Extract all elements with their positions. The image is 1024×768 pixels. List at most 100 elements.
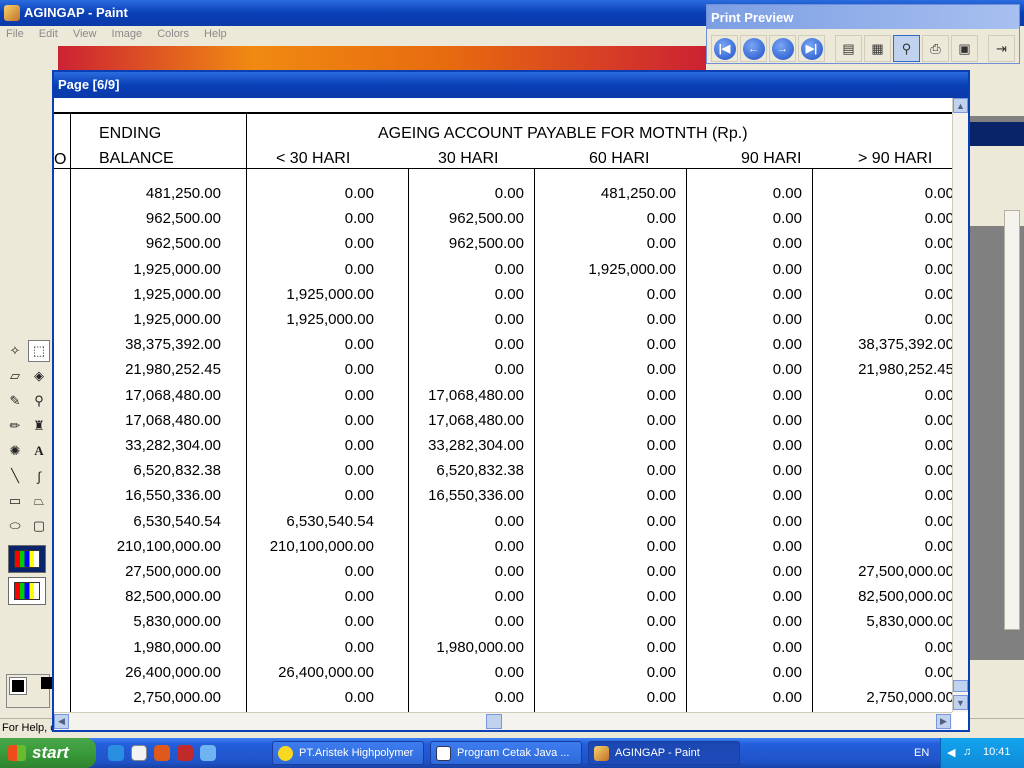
ending-balance-cell: 16,550,336.00: [125, 487, 221, 505]
volume-icon[interactable]: ♫: [963, 746, 971, 758]
text-tool-icon[interactable]: A: [28, 440, 50, 462]
media-icon[interactable]: [131, 745, 147, 761]
ageing-bucket-cell: 0.00: [924, 210, 952, 228]
task-label: PT.Aristek Highpolymer: [299, 747, 414, 759]
ageing-bucket-cell: 0.00: [772, 361, 802, 379]
save-icon: ▣: [958, 40, 971, 56]
curve-icon[interactable]: ∫: [28, 465, 50, 487]
last-page-button[interactable]: ▶|: [798, 35, 825, 62]
task-program-cetak[interactable]: Program Cetak Java ...: [430, 741, 582, 765]
menu-file[interactable]: File: [0, 26, 24, 40]
ending-balance-cell: 2,750,000.00: [133, 689, 221, 706]
color-indicator[interactable]: [6, 674, 53, 708]
ageing-bucket-cell: 0.00: [494, 537, 524, 555]
ageing-bucket-cell: 0.00: [646, 411, 676, 429]
airbrush-icon[interactable]: ✺: [4, 440, 26, 462]
menu-help[interactable]: Help: [198, 26, 227, 40]
opaque-option[interactable]: [8, 545, 46, 573]
page-number-button[interactable]: ▦: [864, 35, 891, 62]
color-picker-icon[interactable]: ✎: [4, 390, 26, 412]
horizontal-scrollbar[interactable]: ◀ ▶: [54, 712, 952, 730]
ageing-bucket-cell: 0.00: [344, 462, 374, 480]
task-aristek[interactable]: PT.Aristek Highpolymer: [272, 741, 424, 765]
ageing-bucket-cell: 0.00: [494, 588, 524, 606]
firefox-icon[interactable]: [154, 745, 170, 761]
ageing-bucket-cell: 0.00: [772, 336, 802, 354]
ageing-bucket-cell: 6,530,540.54: [286, 512, 374, 530]
rounded-rect-icon[interactable]: ▢: [28, 515, 50, 537]
horizontal-scroll-thumb[interactable]: [486, 714, 502, 729]
ending-balance-cell: 26,400,000.00: [125, 663, 221, 681]
ageing-bucket-cell: 0.00: [646, 386, 676, 404]
ageing-bucket-cell: 0.00: [646, 462, 676, 480]
window-icon: [436, 746, 451, 761]
scroll-thumb[interactable]: [953, 680, 968, 692]
close-preview-button[interactable]: ⇥: [988, 35, 1015, 62]
scroll-left-icon[interactable]: ◀: [54, 714, 69, 729]
start-button[interactable]: start: [0, 738, 96, 768]
prev-page-icon: ←: [742, 37, 765, 60]
tray-expand-icon[interactable]: ◀: [947, 746, 955, 759]
ageing-bucket-cell: 16,550,336.00: [428, 487, 524, 505]
ageing-bucket-cell: 0.00: [772, 311, 802, 328]
background-scrollbar[interactable]: [1004, 210, 1020, 630]
free-select-icon[interactable]: ✧: [4, 340, 26, 362]
ageing-bucket-cell: 0.00: [344, 689, 374, 706]
menu-edit[interactable]: Edit: [33, 26, 58, 40]
save-button[interactable]: ▣: [951, 35, 978, 62]
scroll-up-icon[interactable]: ▲: [953, 98, 968, 113]
scroll-down-icon[interactable]: ▼: [953, 695, 968, 710]
menu-colors[interactable]: Colors: [151, 26, 189, 40]
ageing-bucket-cell: 0.00: [646, 311, 676, 328]
ie-icon[interactable]: [108, 745, 124, 761]
zoom-button[interactable]: ⚲: [893, 35, 920, 62]
ageing-bucket-cell: 0.00: [344, 437, 374, 454]
menu-view[interactable]: View: [67, 26, 97, 40]
previous-page-button[interactable]: ←: [740, 35, 767, 62]
print-button[interactable]: ⎙: [922, 35, 949, 62]
transparent-option[interactable]: [8, 577, 46, 605]
ageing-bucket-cell: 0.00: [494, 311, 524, 328]
fill-bucket-icon[interactable]: ◈: [28, 365, 50, 387]
pencil-icon[interactable]: ✏: [4, 415, 26, 437]
scroll-right-icon[interactable]: ▶: [936, 714, 951, 729]
ageing-bucket-cell: 0.00: [646, 437, 676, 454]
ageing-bucket-cell: 0.00: [646, 689, 676, 706]
ageing-bucket-cell: 0.00: [772, 689, 802, 706]
vertical-scrollbar[interactable]: ▲ ▼: [952, 98, 968, 712]
ageing-bucket-cell: 962,500.00: [448, 235, 524, 253]
eraser-icon[interactable]: ▱: [4, 365, 26, 387]
start-label: start: [32, 743, 69, 762]
first-page-button[interactable]: |◀: [711, 35, 738, 62]
app-icon[interactable]: [177, 745, 193, 761]
column-divider: [408, 169, 409, 712]
ageing-bucket-cell: 0.00: [646, 512, 676, 530]
ageing-bucket-cell: 0.00: [344, 638, 374, 656]
paint-icon: [594, 746, 609, 761]
line-icon[interactable]: ╲: [4, 465, 26, 487]
ageing-bucket-cell: 0.00: [924, 411, 952, 429]
task-agingap-paint[interactable]: AGINGAP - Paint: [588, 741, 740, 765]
ageing-bucket-cell: 0.00: [924, 663, 952, 681]
next-page-icon: →: [771, 37, 794, 60]
polygon-icon[interactable]: ⏢: [28, 490, 50, 512]
language-indicator[interactable]: EN: [914, 747, 929, 759]
brush-icon[interactable]: ♜: [28, 415, 50, 437]
ageing-bucket-cell: 0.00: [772, 537, 802, 555]
one-page-button[interactable]: ▤: [835, 35, 862, 62]
ageing-bucket-cell: 1,925,000.00: [588, 260, 676, 278]
ending-header-line2: BALANCE: [99, 150, 174, 167]
ageing-bucket-cell: 38,375,392.00: [858, 336, 952, 354]
ageing-bucket-cell: 0.00: [494, 689, 524, 706]
next-page-button[interactable]: →: [769, 35, 796, 62]
menu-image[interactable]: Image: [106, 26, 143, 40]
desktop-icon[interactable]: [200, 745, 216, 761]
rectangle-icon[interactable]: ▭: [4, 490, 26, 512]
magnifier-icon[interactable]: ⚲: [28, 390, 50, 412]
ellipse-icon[interactable]: ⬭: [4, 515, 26, 537]
page-window-title[interactable]: Page [6/9]: [54, 72, 968, 98]
ageing-bucket-cell: 0.00: [494, 336, 524, 354]
first-page-icon: |◀: [713, 37, 736, 60]
rect-select-icon[interactable]: ⬚: [28, 340, 50, 362]
ageing-bucket-cell: 0.00: [924, 235, 952, 253]
